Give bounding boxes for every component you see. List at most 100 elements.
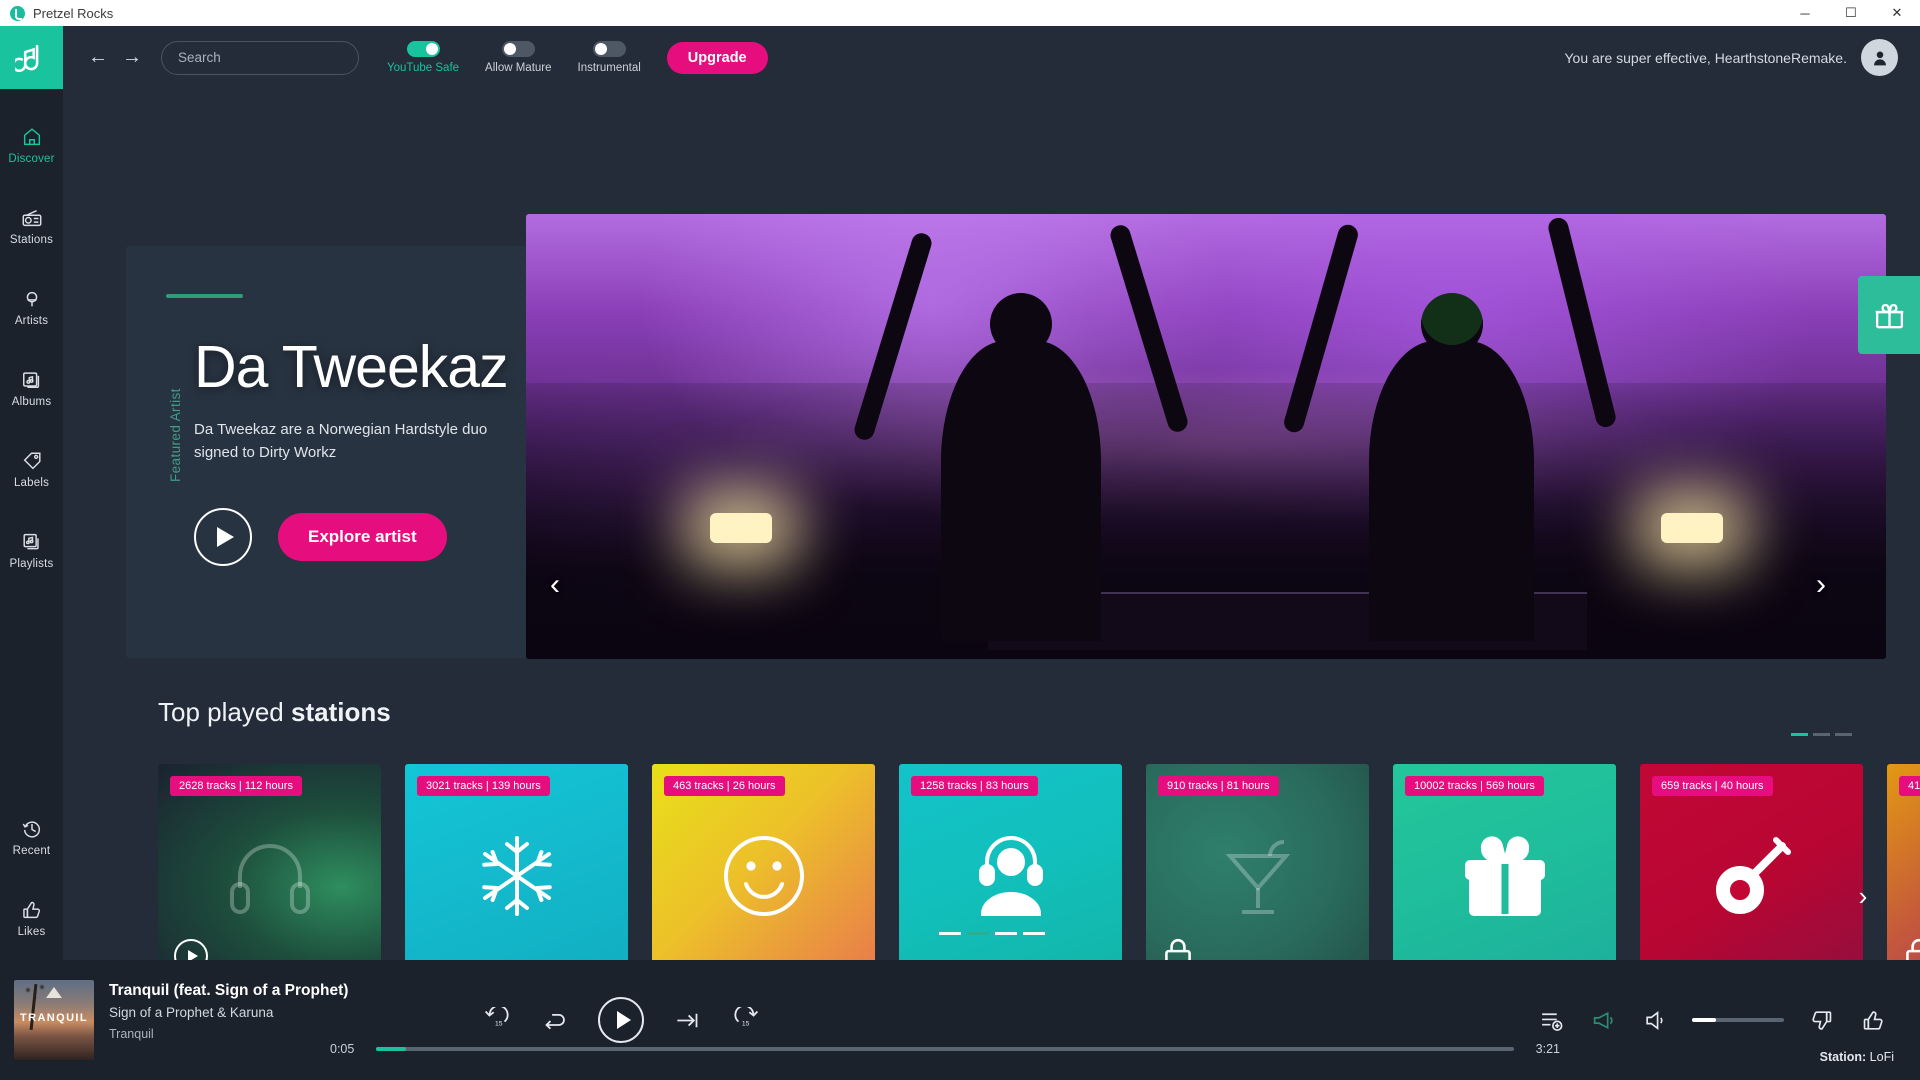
toggle-instrumental[interactable]: Instrumental [578, 41, 641, 74]
section-title-light: Top played [158, 697, 291, 727]
sidebar-item-likes[interactable]: Likes [0, 888, 63, 947]
maximize-button[interactable]: ☐ [1828, 0, 1874, 26]
toggle-youtube-safe[interactable]: YouTube Safe [387, 41, 459, 74]
station-badge-chill: 3021 tracks | 139 hours [417, 776, 550, 796]
hero-prev-button[interactable]: ‹ [538, 568, 572, 602]
dj-head-right [1420, 293, 1483, 356]
cocktail-icon [1210, 828, 1306, 924]
hero-carousel-dots[interactable] [938, 932, 1045, 935]
station-art-happy-edm[interactable]: 463 tracks | 26 hours [652, 764, 875, 987]
station-badge-chill-edm: 910 tracks | 81 hours [1158, 776, 1279, 796]
pretzel-note-icon [14, 44, 38, 72]
hero-dot-4[interactable] [1022, 932, 1045, 935]
toggle-label-youtube-safe[interactable]: YouTube Safe [387, 62, 459, 74]
window-title: Pretzel Rocks [33, 5, 114, 21]
featured-artist-info: Featured Artist Da Tweekaz Da Tweekaz ar… [126, 246, 526, 658]
toggle-allow-mature[interactable]: Allow Mature [485, 41, 552, 74]
toggle-label-allow-mature[interactable]: Allow Mature [485, 62, 551, 74]
volume-icon [1645, 1010, 1663, 1030]
stations-pager-dot-3[interactable] [1835, 733, 1852, 736]
station-art-chill[interactable]: 3021 tracks | 139 hours [405, 764, 628, 987]
replay-button[interactable] [538, 1003, 572, 1037]
station-art-rock[interactable]: 659 tracks | 40 hours [1640, 764, 1863, 987]
sidebar: Discover Stations Artists Albums Labels … [0, 26, 63, 1080]
sidebar-label-labels: Labels [13, 477, 50, 489]
playlist-icon [22, 533, 39, 550]
radio-icon [22, 209, 41, 227]
sidebar-item-labels[interactable]: Labels [0, 439, 63, 498]
toggle-switch-allow-mature[interactable] [501, 41, 535, 57]
featured-play-button[interactable] [194, 508, 252, 566]
app-logo-icon [10, 5, 25, 21]
search-input[interactable] [178, 50, 355, 65]
section-title: Top played stations [158, 697, 391, 728]
skip-next-button[interactable] [670, 1003, 704, 1037]
seek-bar-wrap: 0:05 3:21 [330, 1042, 1560, 1056]
close-button[interactable]: ✕ [1874, 0, 1920, 26]
station-art-hype-bangers[interactable]: 415 tracks | 25 hours [1887, 764, 1920, 987]
sidebar-item-stations[interactable]: Stations [0, 196, 63, 255]
station-art-edm[interactable]: 1258 tracks | 83 hours [899, 764, 1122, 987]
station-art-lofi[interactable]: 2628 tracks | 112 hours [158, 764, 381, 987]
forward-15-button[interactable]: 15 [730, 1003, 764, 1037]
volume-slider[interactable] [1692, 1018, 1784, 1022]
dislike-button[interactable] [1806, 1005, 1836, 1035]
dj-head-left [989, 293, 1052, 356]
now-playing-text: Tranquil (feat. Sign of a Prophet) Sign … [109, 980, 348, 1041]
hero-dot-1[interactable] [938, 932, 961, 935]
track-artist: Sign of a Prophet & Karuna [109, 1005, 274, 1020]
user-icon [1873, 50, 1886, 65]
back-button[interactable]: ← [81, 41, 115, 75]
now-playing: TRANQUIL Tranquil (feat. Sign of a Proph… [0, 980, 360, 1060]
hero-next-button[interactable]: › [1804, 568, 1838, 602]
avatar[interactable] [1861, 39, 1898, 76]
album-art-label: TRANQUIL [19, 1012, 89, 1024]
brand-logo-icon[interactable] [0, 26, 63, 89]
station-art-surprise-me[interactable]: 10002 tracks | 569 hours [1393, 764, 1616, 987]
guitar-icon [1704, 828, 1800, 924]
current-station-label: Station: LoFi [1820, 1050, 1894, 1064]
hero-dot-2[interactable] [966, 932, 989, 935]
hero-dot-3[interactable] [994, 932, 1017, 935]
station-badge-rock: 659 tracks | 40 hours [1652, 776, 1773, 796]
search-box[interactable] [161, 40, 359, 75]
elapsed-time: 0:05 [330, 1042, 355, 1056]
seek-bar[interactable] [376, 1047, 1514, 1051]
station-art-chill-edm[interactable]: 910 tracks | 81 hours [1146, 764, 1369, 987]
section-header: Top played stations [158, 697, 1920, 728]
announce-button[interactable] [1588, 1005, 1618, 1035]
volume-level [1692, 1018, 1716, 1022]
explore-artist-button[interactable]: Explore artist [278, 513, 447, 561]
artist-icon [26, 291, 37, 307]
sidebar-item-recent[interactable]: Recent [0, 807, 63, 866]
stations-next-button[interactable]: › [1846, 879, 1880, 913]
sidebar-item-playlists[interactable]: Playlists [0, 520, 63, 579]
upgrade-button[interactable]: Upgrade [666, 41, 768, 74]
like-button[interactable] [1858, 1005, 1888, 1035]
stations-pager-dot-2[interactable] [1813, 733, 1830, 736]
gift-button[interactable] [1858, 276, 1920, 354]
play-pause-button[interactable] [598, 997, 644, 1043]
play-icon [616, 1011, 631, 1029]
seek-progress [376, 1047, 406, 1051]
station-badge-surprise-me: 10002 tracks | 569 hours [1405, 776, 1544, 796]
sidebar-item-discover[interactable]: Discover [0, 115, 63, 174]
rewind-15-button[interactable]: 15 [478, 1003, 512, 1037]
stage-light-right [1660, 513, 1723, 544]
stations-pager-dot-1[interactable] [1791, 733, 1808, 736]
toggle-label-instrumental[interactable]: Instrumental [578, 62, 641, 74]
dj-figure-left [851, 222, 1190, 642]
stations-pager[interactable] [1791, 733, 1852, 736]
minimize-button[interactable]: ─ [1782, 0, 1828, 26]
volume-button[interactable] [1640, 1005, 1670, 1035]
sidebar-item-albums[interactable]: Albums [0, 358, 63, 417]
add-to-queue-button[interactable] [1536, 1005, 1566, 1035]
forward-button[interactable]: → [115, 41, 149, 75]
toggle-switch-instrumental[interactable] [592, 41, 626, 57]
album-art[interactable]: TRANQUIL [14, 980, 94, 1060]
toggle-switch-youtube-safe[interactable] [406, 41, 440, 57]
sidebar-label-likes: Likes [17, 926, 46, 938]
accent-rule [166, 294, 243, 298]
sidebar-label-recent: Recent [12, 845, 51, 857]
sidebar-item-artists[interactable]: Artists [0, 277, 63, 336]
